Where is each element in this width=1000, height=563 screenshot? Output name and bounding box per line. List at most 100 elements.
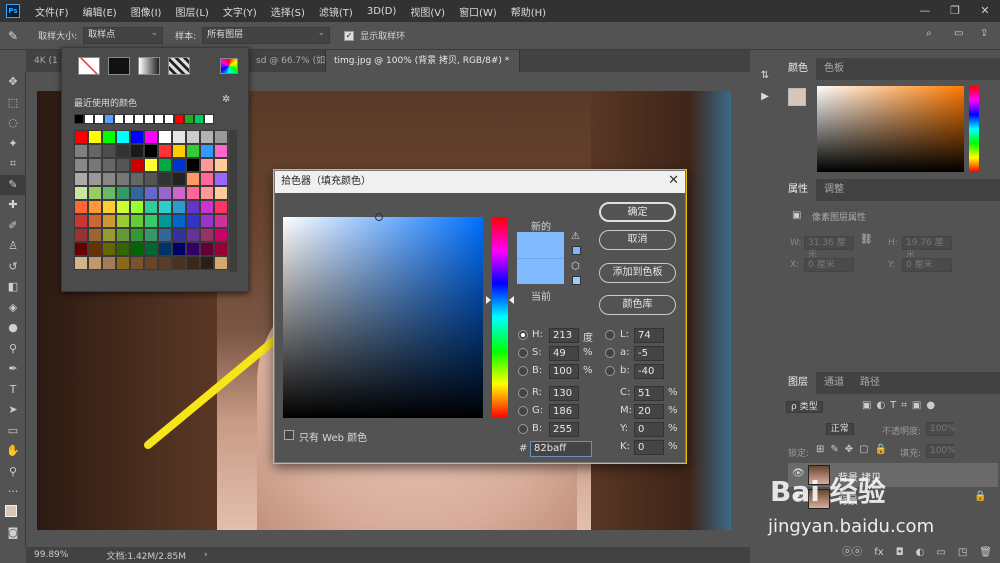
menu-image[interactable]: 图像(I)	[124, 4, 169, 19]
color-swatch[interactable]	[102, 228, 116, 242]
recent-color-swatch[interactable]	[184, 114, 194, 124]
x-input[interactable]: 0 厘米	[804, 258, 854, 272]
color-swatch[interactable]	[186, 158, 200, 172]
recent-color-swatch[interactable]	[194, 114, 204, 124]
solid-fill-button[interactable]	[108, 57, 130, 75]
m-input[interactable]: 20	[634, 404, 664, 419]
hex-input[interactable]: 82baff	[530, 441, 592, 457]
tab-color[interactable]: 颜色	[780, 58, 816, 80]
k-input[interactable]: 0	[634, 440, 664, 455]
maximize-button[interactable]: ❐	[940, 0, 970, 22]
lasso-tool-icon[interactable]: ◌	[0, 113, 26, 134]
color-swatch[interactable]	[158, 172, 172, 186]
doc-tab-1[interactable]: 4K (1	[26, 50, 66, 72]
color-swatch[interactable]	[74, 172, 88, 186]
blue-input[interactable]: 255	[549, 422, 579, 437]
status-arrow-icon[interactable]: ›	[204, 550, 208, 560]
a-radio[interactable]	[605, 348, 615, 358]
current-color-swatch[interactable]	[517, 258, 564, 284]
shape-tool-icon[interactable]: ▭	[0, 421, 26, 442]
b-input[interactable]: 100	[549, 364, 579, 379]
recent-color-swatch[interactable]	[84, 114, 94, 124]
tab-swatches[interactable]: 色板	[816, 58, 852, 80]
show-ring-checkbox[interactable]: ✓	[344, 30, 355, 41]
minimize-button[interactable]: —	[910, 0, 940, 22]
color-swatch[interactable]	[88, 242, 102, 256]
tab-adjustments[interactable]: 调整	[816, 179, 852, 201]
foreground-color-chip[interactable]	[788, 88, 806, 106]
color-swatch[interactable]	[172, 172, 186, 186]
web-safe-cube-icon[interactable]: ⬡	[571, 261, 580, 272]
color-swatch[interactable]	[74, 256, 88, 270]
close-window-button[interactable]: ✕	[970, 0, 1000, 22]
marquee-tool-icon[interactable]: ⬚	[0, 93, 26, 114]
l-radio[interactable]	[605, 330, 615, 340]
menu-type[interactable]: 文字(Y)	[216, 4, 264, 19]
color-swatch[interactable]	[130, 130, 144, 144]
color-swatch[interactable]	[144, 172, 158, 186]
color-swatch[interactable]	[88, 130, 102, 144]
tab-layers[interactable]: 图层	[780, 372, 816, 394]
recent-color-swatch[interactable]	[104, 114, 114, 124]
recent-color-swatch[interactable]	[134, 114, 144, 124]
red-radio[interactable]	[518, 388, 528, 398]
color-swatch[interactable]	[172, 186, 186, 200]
tab-paths[interactable]: 路径	[852, 372, 888, 394]
c-input[interactable]: 51	[634, 386, 664, 401]
color-panel-hue-bar[interactable]	[969, 86, 979, 172]
color-swatch[interactable]	[74, 186, 88, 200]
h-input[interactable]: 213	[549, 328, 579, 343]
color-swatch[interactable]	[144, 144, 158, 158]
zoom-tool-icon[interactable]: ⚲	[0, 462, 26, 483]
recent-color-swatch[interactable]	[124, 114, 134, 124]
gradient-fill-button[interactable]	[138, 57, 160, 75]
lab-b-radio[interactable]	[605, 366, 615, 376]
fg-bg-colors[interactable]	[0, 503, 26, 524]
color-swatch[interactable]	[200, 172, 214, 186]
y-input[interactable]: 0 厘米	[902, 258, 952, 272]
color-swatch[interactable]	[88, 228, 102, 242]
l-input[interactable]: 74	[634, 328, 664, 343]
color-swatch[interactable]	[214, 158, 228, 172]
color-swatch[interactable]	[88, 144, 102, 158]
color-swatch[interactable]	[172, 144, 186, 158]
color-swatch[interactable]	[116, 200, 130, 214]
color-swatch[interactable]	[102, 256, 116, 270]
move-tool-icon[interactable]: ✥	[0, 72, 26, 93]
menu-view[interactable]: 视图(V)	[403, 4, 452, 19]
zoom-level[interactable]: 99.89%	[34, 550, 68, 560]
color-swatch[interactable]	[158, 144, 172, 158]
menu-window[interactable]: 窗口(W)	[452, 4, 504, 19]
workspace-icon[interactable]: ▭	[954, 28, 963, 39]
blue-radio[interactable]	[518, 424, 528, 434]
color-swatch[interactable]	[158, 130, 172, 144]
magic-wand-tool-icon[interactable]: ✦	[0, 134, 26, 155]
color-swatch[interactable]	[130, 172, 144, 186]
color-swatch[interactable]	[102, 158, 116, 172]
color-swatch[interactable]	[200, 158, 214, 172]
color-swatch[interactable]	[186, 186, 200, 200]
color-swatch[interactable]	[88, 214, 102, 228]
color-swatch[interactable]	[116, 158, 130, 172]
menu-3d[interactable]: 3D(D)	[360, 6, 404, 17]
color-picker-button[interactable]	[220, 58, 238, 74]
g-input[interactable]: 186	[549, 404, 579, 419]
add-to-swatches-button[interactable]: 添加到色板	[599, 263, 676, 283]
color-swatch[interactable]	[102, 186, 116, 200]
adjustment-icon[interactable]: ◐	[916, 543, 925, 563]
fx-icon[interactable]: fx	[874, 543, 883, 563]
color-swatch[interactable]	[130, 200, 144, 214]
color-swatch[interactable]	[172, 158, 186, 172]
history-brush-icon[interactable]: ↺	[0, 257, 26, 278]
color-swatch[interactable]	[88, 200, 102, 214]
link-icon[interactable]: ⛓	[860, 234, 873, 245]
recent-color-swatch[interactable]	[154, 114, 164, 124]
eyedropper-icon[interactable]: ✎	[8, 29, 18, 43]
menu-filter[interactable]: 滤镜(T)	[312, 4, 360, 19]
color-swatch[interactable]	[74, 130, 88, 144]
dodge-tool-icon[interactable]: ⚲	[0, 339, 26, 360]
pen-tool-icon[interactable]: ✒	[0, 359, 26, 380]
field-selector-ring[interactable]	[375, 213, 383, 221]
hue-radio[interactable]	[518, 330, 528, 340]
r-input[interactable]: 130	[549, 386, 579, 401]
